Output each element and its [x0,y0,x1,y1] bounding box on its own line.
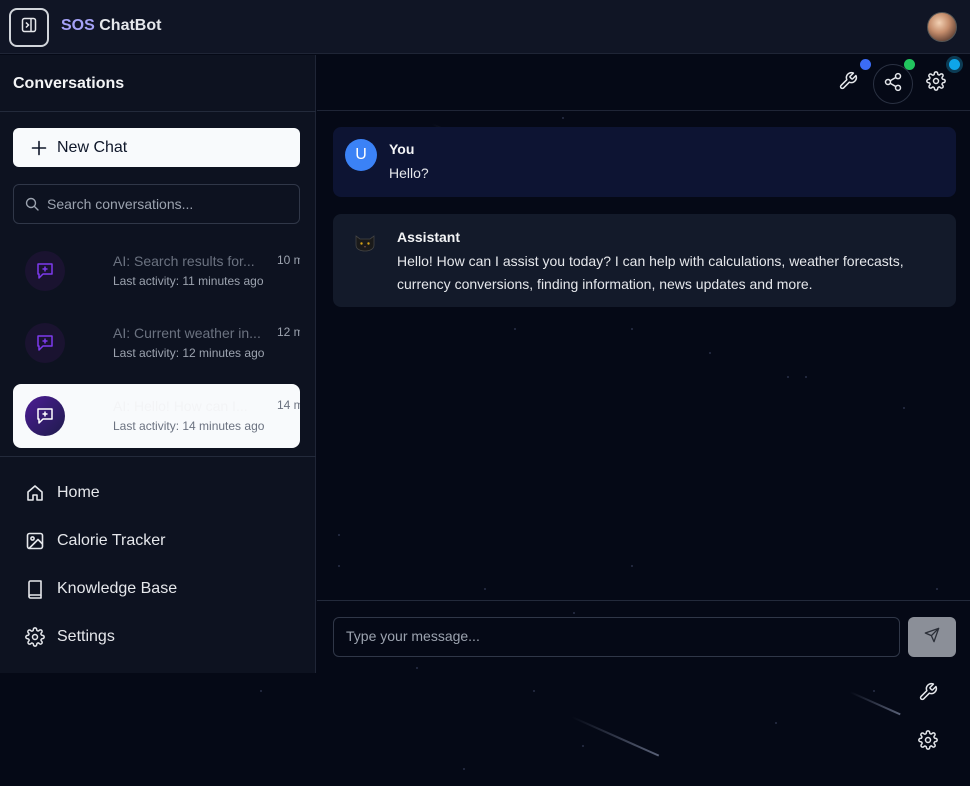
conversation-time: 10 m [277,253,300,267]
share-icon [883,72,903,97]
status-dot-green [904,59,915,70]
search-box [13,184,300,224]
nav-home-label: Home [57,484,100,501]
conversation-item-active[interactable]: AI: Hello! How can I... 14 m Last activi… [13,384,300,448]
message-text-line: Hello! How can I assist you today? I can… [397,253,904,269]
conversation-time: 14 m [277,398,300,412]
gear-icon [918,729,938,755]
gear-icon [926,70,946,96]
user-message-avatar: U [345,139,377,171]
nav-settings[interactable]: Settings [24,626,115,648]
message-text: Hello! How can I assist you today? I can… [397,250,904,296]
conversation-time: 12 m [277,325,300,339]
app-title: SOS ChatBot [61,17,161,35]
conversation-item[interactable]: AI: Search results for... 10 m Last acti… [13,239,300,303]
conversation-item[interactable]: AI: Current weather in... 12 m Last acti… [13,311,300,375]
send-button[interactable] [908,617,956,657]
message-input[interactable] [346,628,886,644]
sidebar: Conversations New Chat AI: Search result… [0,55,316,673]
floating-settings-button[interactable] [914,728,942,756]
gear-icon [24,626,46,648]
home-icon [24,482,46,504]
conversation-last-activity: Last activity: 11 minutes ago [113,274,264,288]
wrench-icon [918,682,938,707]
nav-home[interactable]: Home [24,482,100,504]
conversation-last-activity: Last activity: 14 minutes ago [113,419,265,433]
chat-toolbar [317,55,970,111]
conversation-title: AI: Hello! How can I... [113,398,248,414]
image-icon [24,530,46,552]
send-icon [924,627,940,648]
message-assistant: Assistant Hello! How can I assist you to… [333,214,956,307]
panel-toggle-icon [21,17,37,38]
new-chat-button[interactable]: New Chat [13,128,300,167]
share-button[interactable] [873,64,913,104]
nav-calorie-tracker-label: Calorie Tracker [57,532,166,549]
conversation-title: AI: Current weather in... [113,325,261,341]
conversation-title: AI: Search results for... [113,253,255,269]
message-text: Hello? [389,165,429,181]
search-icon [25,197,39,211]
status-dot-blue [860,59,871,70]
chat-plus-icon [25,323,65,363]
app-title-brand: SOS [61,17,95,34]
floating-tools-button[interactable] [914,680,942,708]
wrench-icon [838,71,858,96]
user-avatar[interactable] [927,12,957,42]
nav-settings-label: Settings [57,628,115,645]
nav-calorie-tracker[interactable]: Calorie Tracker [24,530,165,552]
sidebar-divider [0,111,316,112]
sidebar-toggle-button[interactable] [9,8,49,47]
sidebar-divider [0,456,316,457]
status-dot-cyan [949,59,960,70]
message-text-line: currency conversions, finding informatio… [397,276,813,292]
cat-icon [353,230,377,254]
search-input[interactable] [47,196,287,212]
message-author: You [389,141,415,157]
message-author: Assistant [397,229,461,245]
sidebar-title: Conversations [13,75,125,92]
plus-icon [31,140,47,156]
nav-knowledge-base[interactable]: Knowledge Base [24,578,177,600]
message-user: U You Hello? [333,127,956,197]
new-chat-label: New Chat [57,138,128,156]
conversation-last-activity: Last activity: 12 minutes ago [113,346,265,360]
settings-button[interactable] [917,64,955,102]
top-bar: SOS ChatBot [0,0,970,54]
app-title-name: ChatBot [99,17,162,34]
nav-knowledge-base-label: Knowledge Base [57,580,178,597]
composer-divider [317,600,970,601]
message-composer [333,617,900,657]
chat-plus-icon [25,251,65,291]
book-icon [24,578,46,600]
tools-button[interactable] [829,64,867,102]
chat-plus-icon [25,396,65,436]
